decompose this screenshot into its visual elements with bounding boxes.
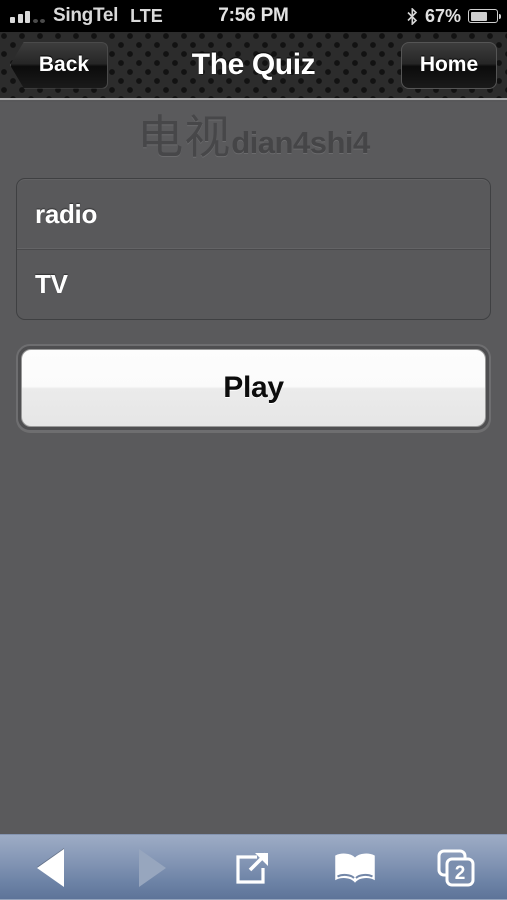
- bookmarks-button[interactable]: [310, 842, 400, 894]
- list-item[interactable]: TV: [17, 249, 490, 319]
- home-button[interactable]: Home: [401, 41, 497, 89]
- option-label: radio: [35, 198, 98, 229]
- battery-icon: [468, 9, 501, 23]
- question-heading: 电视dian4shi4: [0, 102, 507, 160]
- status-bar: SingTel LTE 7:56 PM 67%: [0, 0, 507, 32]
- home-button-label: Home: [419, 53, 479, 76]
- tabs-icon: 2: [437, 849, 475, 886]
- forward-nav-button: [107, 842, 197, 894]
- browser-toolbar: 2: [0, 834, 507, 900]
- play-button-frame: Play: [16, 344, 491, 432]
- play-button[interactable]: Play: [21, 349, 486, 427]
- navigation-bar: Back The Quiz Home: [0, 32, 507, 100]
- answer-options-list: radio TV: [16, 178, 491, 320]
- list-item[interactable]: radio: [17, 179, 490, 249]
- bookmarks-book-icon: [335, 853, 375, 883]
- tab-count-label: 2: [455, 863, 466, 884]
- back-button-label: Back: [38, 53, 90, 76]
- option-label: TV: [35, 269, 68, 299]
- question-hanzi: 电视: [137, 110, 232, 164]
- question-pinyin: dian4shi4: [231, 125, 370, 160]
- forward-arrow-icon: [138, 848, 166, 887]
- play-button-label: Play: [223, 371, 284, 404]
- back-button[interactable]: Back: [10, 41, 108, 89]
- tabs-button[interactable]: 2: [411, 842, 501, 894]
- share-button[interactable]: [208, 842, 298, 894]
- share-icon: [236, 852, 269, 884]
- back-arrow-icon: [37, 848, 65, 887]
- clock-label: 7:56 PM: [218, 5, 289, 26]
- back-nav-button[interactable]: [6, 842, 96, 894]
- quiz-content: 电视dian4shi4 radio TV Play: [0, 102, 507, 834]
